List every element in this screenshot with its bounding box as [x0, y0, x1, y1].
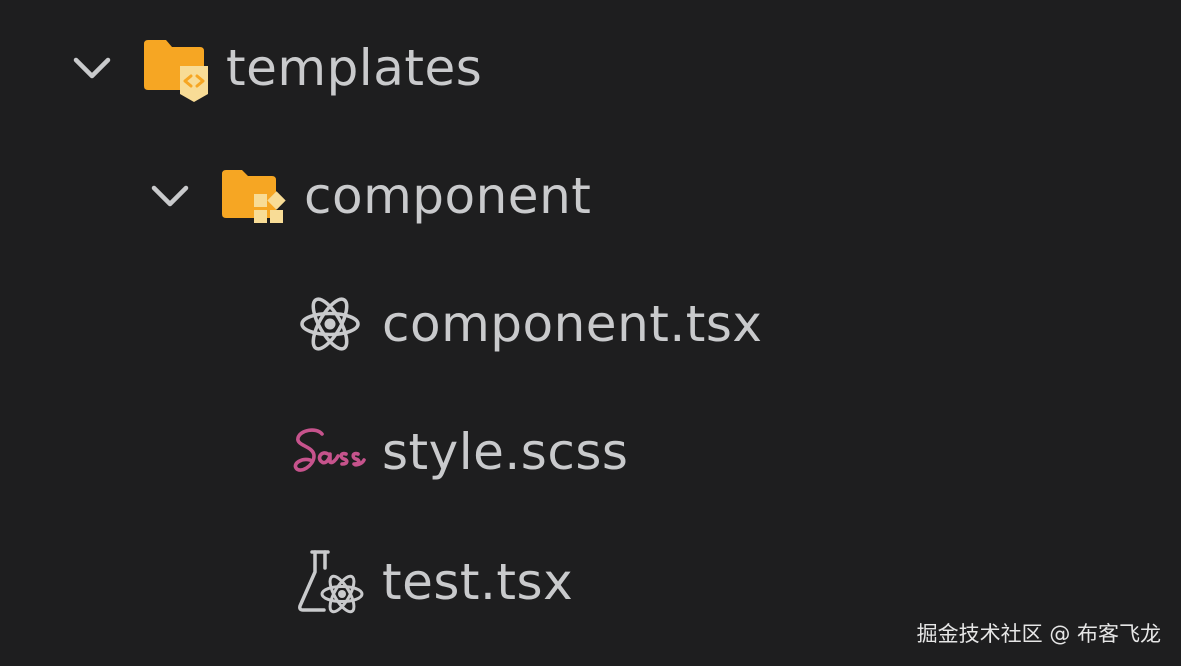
chevron-down-icon[interactable]: [72, 48, 112, 88]
folder-component-icon: [220, 164, 290, 228]
tree-item-component-folder[interactable]: component: [0, 146, 1181, 246]
folder-templates-icon: [142, 36, 212, 104]
watermark-text: 掘金技术社区 @ 布客飞龙: [916, 622, 1161, 646]
tree-item-templates[interactable]: templates: [0, 18, 1181, 118]
tree-item-label: style.scss: [382, 423, 629, 481]
tree-item-label: test.tsx: [382, 553, 574, 611]
react-icon: [298, 292, 362, 356]
file-explorer: templates component component.tsx style.…: [0, 0, 1181, 666]
chevron-down-icon[interactable]: [150, 176, 190, 216]
test-react-icon: [294, 546, 366, 618]
tree-item-label: component: [304, 167, 592, 225]
tree-item-test-tsx[interactable]: test.tsx: [0, 530, 1181, 630]
tree-item-style-scss[interactable]: style.scss: [0, 402, 1181, 502]
tree-item-label: component.tsx: [382, 295, 763, 353]
sass-icon: [292, 424, 368, 484]
tree-item-component-tsx[interactable]: component.tsx: [0, 274, 1181, 374]
tree-item-label: templates: [226, 39, 483, 97]
